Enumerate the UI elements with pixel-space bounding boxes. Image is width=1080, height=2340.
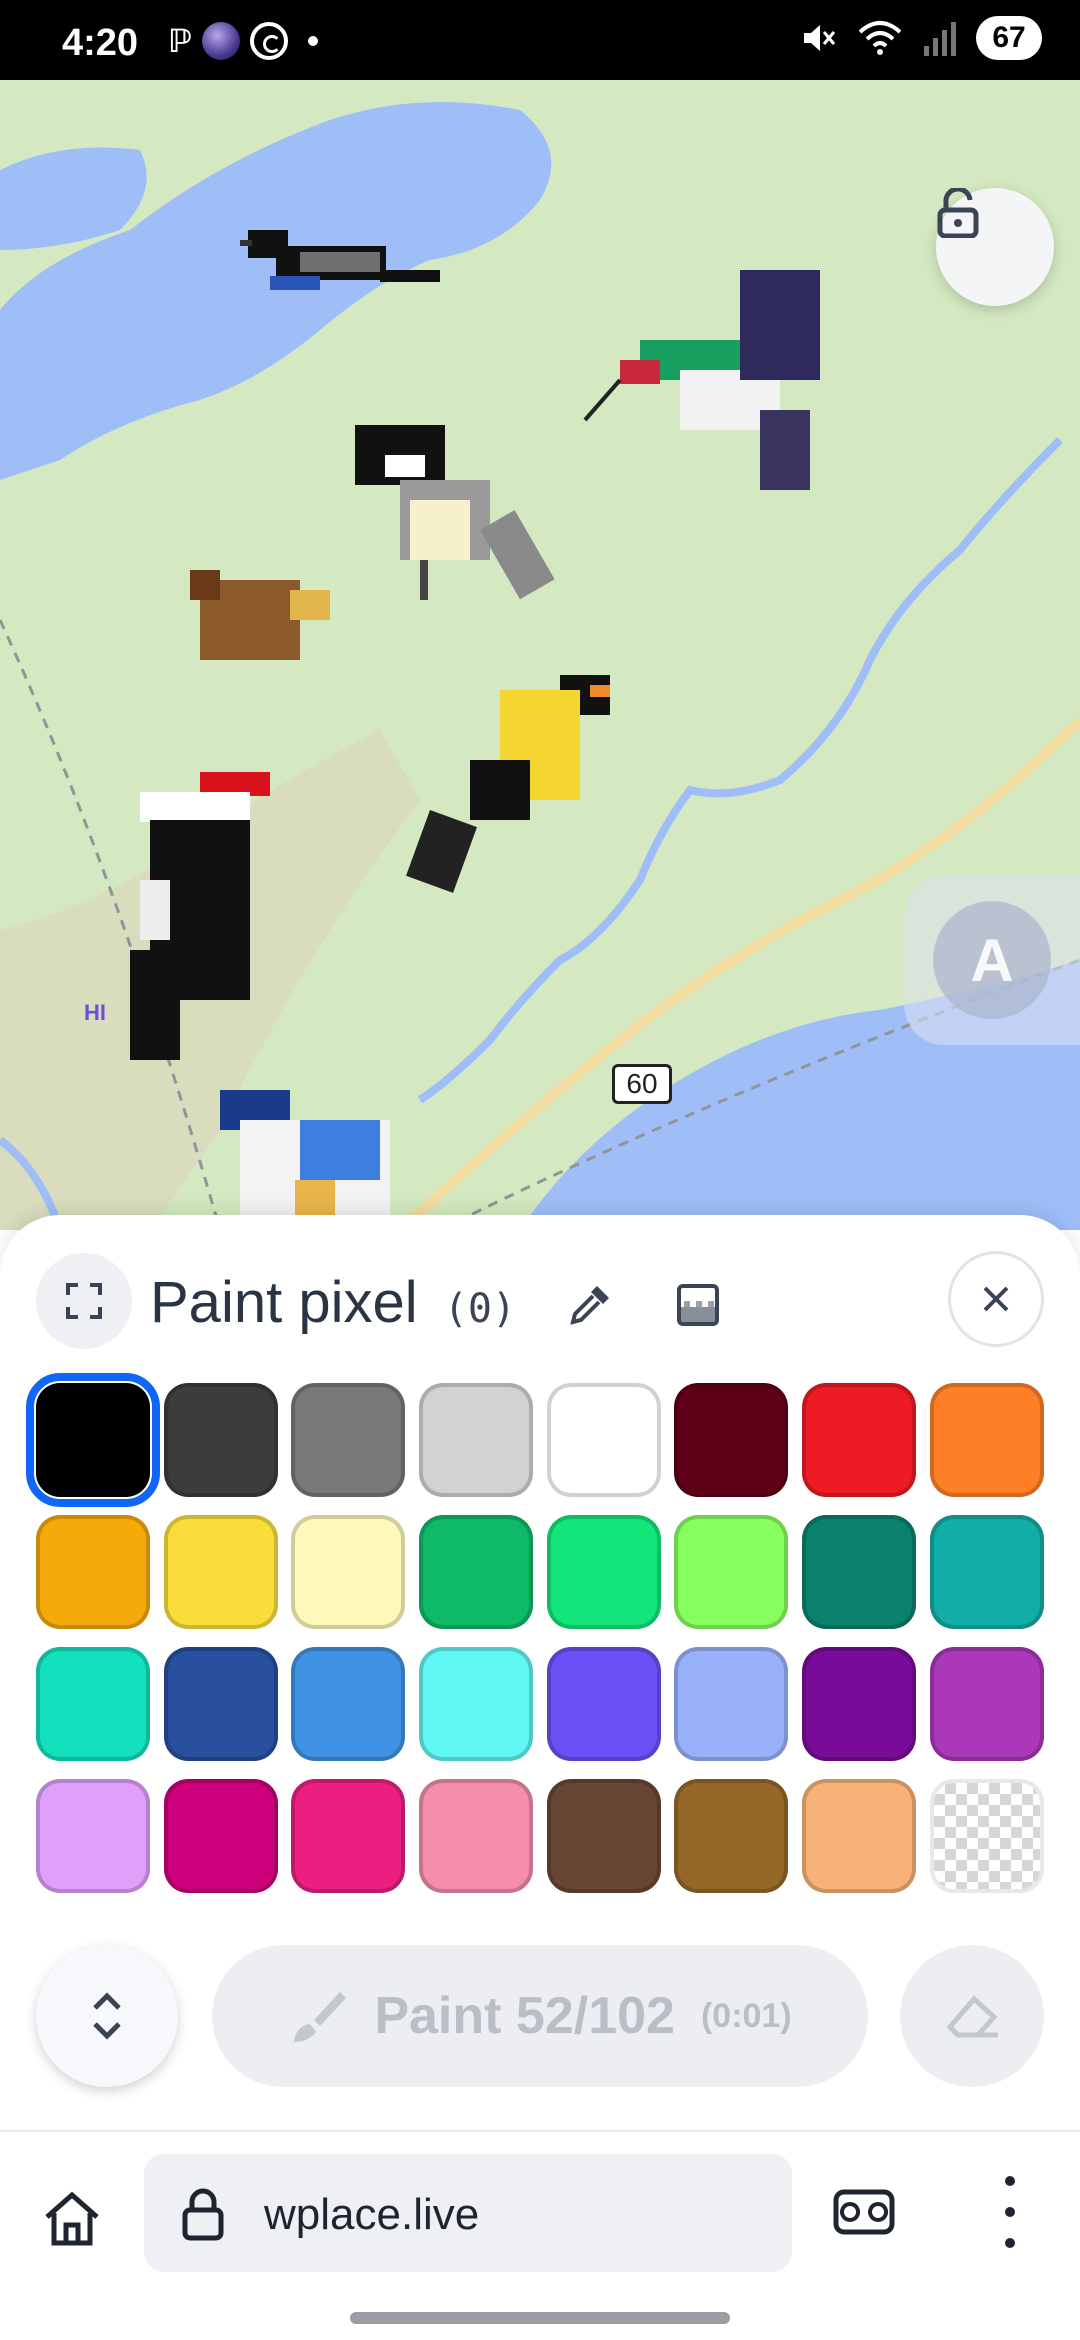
color-swatch[interactable] [163, 1383, 278, 1497]
expand-icon [66, 1283, 102, 1319]
color-swatch[interactable] [36, 1515, 150, 1629]
wifi-icon [858, 21, 902, 55]
wren-pixel-art [190, 570, 330, 660]
eyedropper-icon [570, 1286, 609, 1325]
gradient-icon [677, 1284, 719, 1326]
gesture-bar [350, 2312, 730, 2324]
color-swatch[interactable] [802, 1515, 917, 1629]
place-label: HI [84, 1000, 106, 1025]
signal-icon [924, 22, 956, 56]
unlock-icon [937, 188, 979, 238]
paint-label: Paint 52/102 [374, 1986, 675, 2046]
expand-button[interactable] [36, 1253, 132, 1349]
map-graphics [0, 102, 1080, 1230]
gradient-button[interactable] [668, 1275, 728, 1335]
color-swatch[interactable] [929, 1383, 1044, 1497]
goldfinch-pixel-art [406, 675, 610, 893]
charge-timer: (0:01) [700, 1996, 792, 2035]
notification-dot-icon [308, 36, 318, 46]
translate-button[interactable]: A [904, 875, 1080, 1045]
color-swatch[interactable] [163, 1647, 278, 1761]
paint-button[interactable]: Paint 52/102 (0:01) [212, 1945, 868, 2087]
toggle-panel-button[interactable] [36, 1945, 178, 2087]
url-text: wplace.live [264, 2190, 480, 2239]
color-swatch[interactable] [546, 1779, 661, 1893]
whatsapp-icon [250, 22, 288, 60]
home-icon [45, 2191, 99, 2246]
sheet-title: Paint pixel (0) [150, 1269, 516, 1336]
color-swatch[interactable] [291, 1779, 406, 1893]
color-swatch[interactable] [163, 1779, 278, 1893]
paint-sheet: Paint pixel (0) Paint 52/102 (0:01) [0, 1215, 1080, 2130]
status-left-icons: ℙ [168, 22, 318, 60]
map-canvas[interactable]: HI 60 A [0, 80, 1080, 1230]
color-swatch[interactable] [546, 1383, 661, 1497]
color-swatch[interactable] [26, 1373, 160, 1507]
color-swatch[interactable] [546, 1515, 661, 1629]
parking-icon: ℙ [168, 23, 192, 59]
mute-icon [804, 25, 836, 51]
translate-icon: A [933, 901, 1051, 1019]
tabs-button[interactable] [830, 2182, 898, 2242]
pixel-count: (0) [443, 1286, 516, 1332]
eyedropper-button[interactable] [560, 1275, 620, 1335]
color-swatch[interactable] [802, 1647, 917, 1761]
color-swatch[interactable] [419, 1383, 534, 1497]
close-button[interactable] [948, 1251, 1044, 1347]
color-swatch[interactable] [419, 1515, 534, 1629]
eraser-icon [946, 1995, 998, 2038]
color-swatch[interactable] [802, 1383, 917, 1497]
browser-toolbar: wplace.live [0, 2130, 1080, 2340]
color-swatch[interactable] [36, 1647, 150, 1761]
eraser-button[interactable] [900, 1945, 1044, 2087]
sheet-title-text: Paint pixel [150, 1270, 418, 1335]
color-swatch[interactable] [674, 1383, 789, 1497]
color-swatch[interactable] [802, 1779, 917, 1893]
color-swatch[interactable] [419, 1779, 534, 1893]
color-swatch[interactable] [929, 1779, 1044, 1893]
status-time: 4:20 [62, 22, 139, 64]
paint-text: Paint [374, 1987, 502, 2045]
address-bar[interactable]: wplace.live [144, 2154, 792, 2272]
more-vert-icon [1005, 2176, 1015, 2186]
globe-app-icon [202, 22, 240, 60]
sheet-header: Paint pixel (0) [0, 1215, 1080, 1385]
close-icon [983, 1286, 1009, 1312]
status-right-icons: 67 [798, 16, 1042, 60]
lock-icon [182, 2188, 224, 2241]
more-menu-button[interactable] [990, 2176, 1030, 2248]
battery-indicator: 67 [976, 16, 1042, 60]
chickadee-pixel-art [355, 425, 555, 600]
color-swatch[interactable] [674, 1779, 789, 1893]
color-swatch[interactable] [291, 1515, 406, 1629]
color-palette [26, 1373, 1044, 1893]
color-swatch[interactable] [291, 1647, 406, 1761]
incognito-tabs-icon [833, 2189, 895, 2235]
action-row: Paint 52/102 (0:01) [0, 1945, 1080, 2095]
color-swatch[interactable] [674, 1515, 789, 1629]
hummingbird-pixel-art [583, 270, 820, 490]
status-bar: 4:20 ℙ 67 [0, 0, 1080, 80]
color-swatch[interactable] [36, 1779, 150, 1893]
route-badge: 60 [612, 1064, 672, 1104]
color-swatch[interactable] [291, 1383, 406, 1497]
night-heron-pixel-art [220, 1090, 390, 1230]
color-swatch[interactable] [929, 1515, 1044, 1629]
color-swatch[interactable] [929, 1647, 1044, 1761]
home-button[interactable] [36, 2182, 108, 2254]
color-swatch[interactable] [419, 1647, 534, 1761]
map-lock-button[interactable] [936, 188, 1054, 306]
charges-count: 52/102 [515, 1987, 675, 2045]
color-swatch[interactable] [546, 1647, 661, 1761]
brush-icon [294, 1992, 347, 2042]
color-swatch[interactable] [163, 1515, 278, 1629]
chevron-up-down-icon [93, 1992, 121, 2040]
color-swatch[interactable] [674, 1647, 789, 1761]
